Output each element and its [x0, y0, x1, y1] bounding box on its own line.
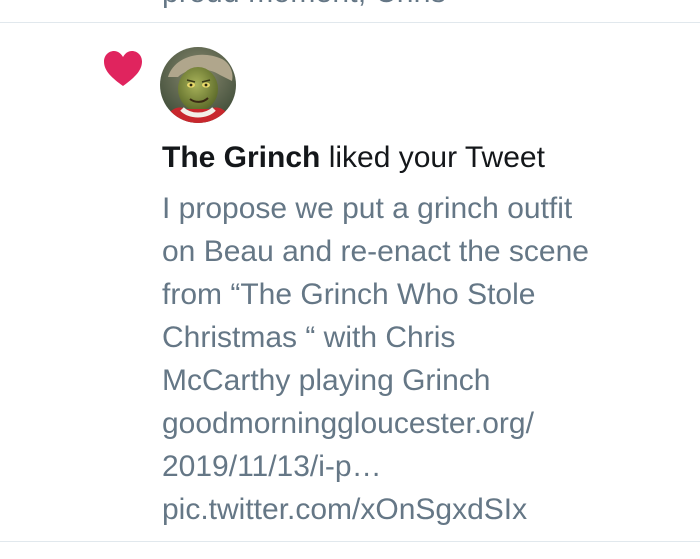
tweet-line: McCarthy playing Grinch	[162, 364, 491, 397]
heart-icon	[104, 51, 142, 86]
avatar[interactable]	[160, 47, 236, 123]
tweet-link[interactable]: goodmorninggloucester.org/	[162, 402, 692, 445]
like-notification[interactable]: The Grinch liked your Tweet I propose we…	[0, 23, 700, 541]
tweet-line: Christmas “ with Chris	[162, 321, 456, 354]
liked-tweet-text[interactable]: I propose we put a grinch outfit on Beau…	[162, 187, 692, 531]
notification-headline: The Grinch liked your Tweet	[162, 140, 545, 176]
tweet-media-link[interactable]: pic.twitter.com/xOnSgxdSIx	[162, 488, 692, 531]
actor-name[interactable]: The Grinch	[162, 141, 320, 174]
previous-notification-text: proud moment, Chris	[162, 0, 446, 8]
tweet-line: from “The Grinch Who Stole	[162, 278, 536, 311]
tweet-link[interactable]: 2019/11/13/i-p…	[162, 445, 692, 488]
tweet-line: on Beau and re-enact the scene	[162, 235, 589, 268]
divider	[0, 541, 700, 542]
tweet-line: I propose we put a grinch outfit	[162, 192, 573, 225]
action-text: liked your Tweet	[320, 141, 545, 174]
